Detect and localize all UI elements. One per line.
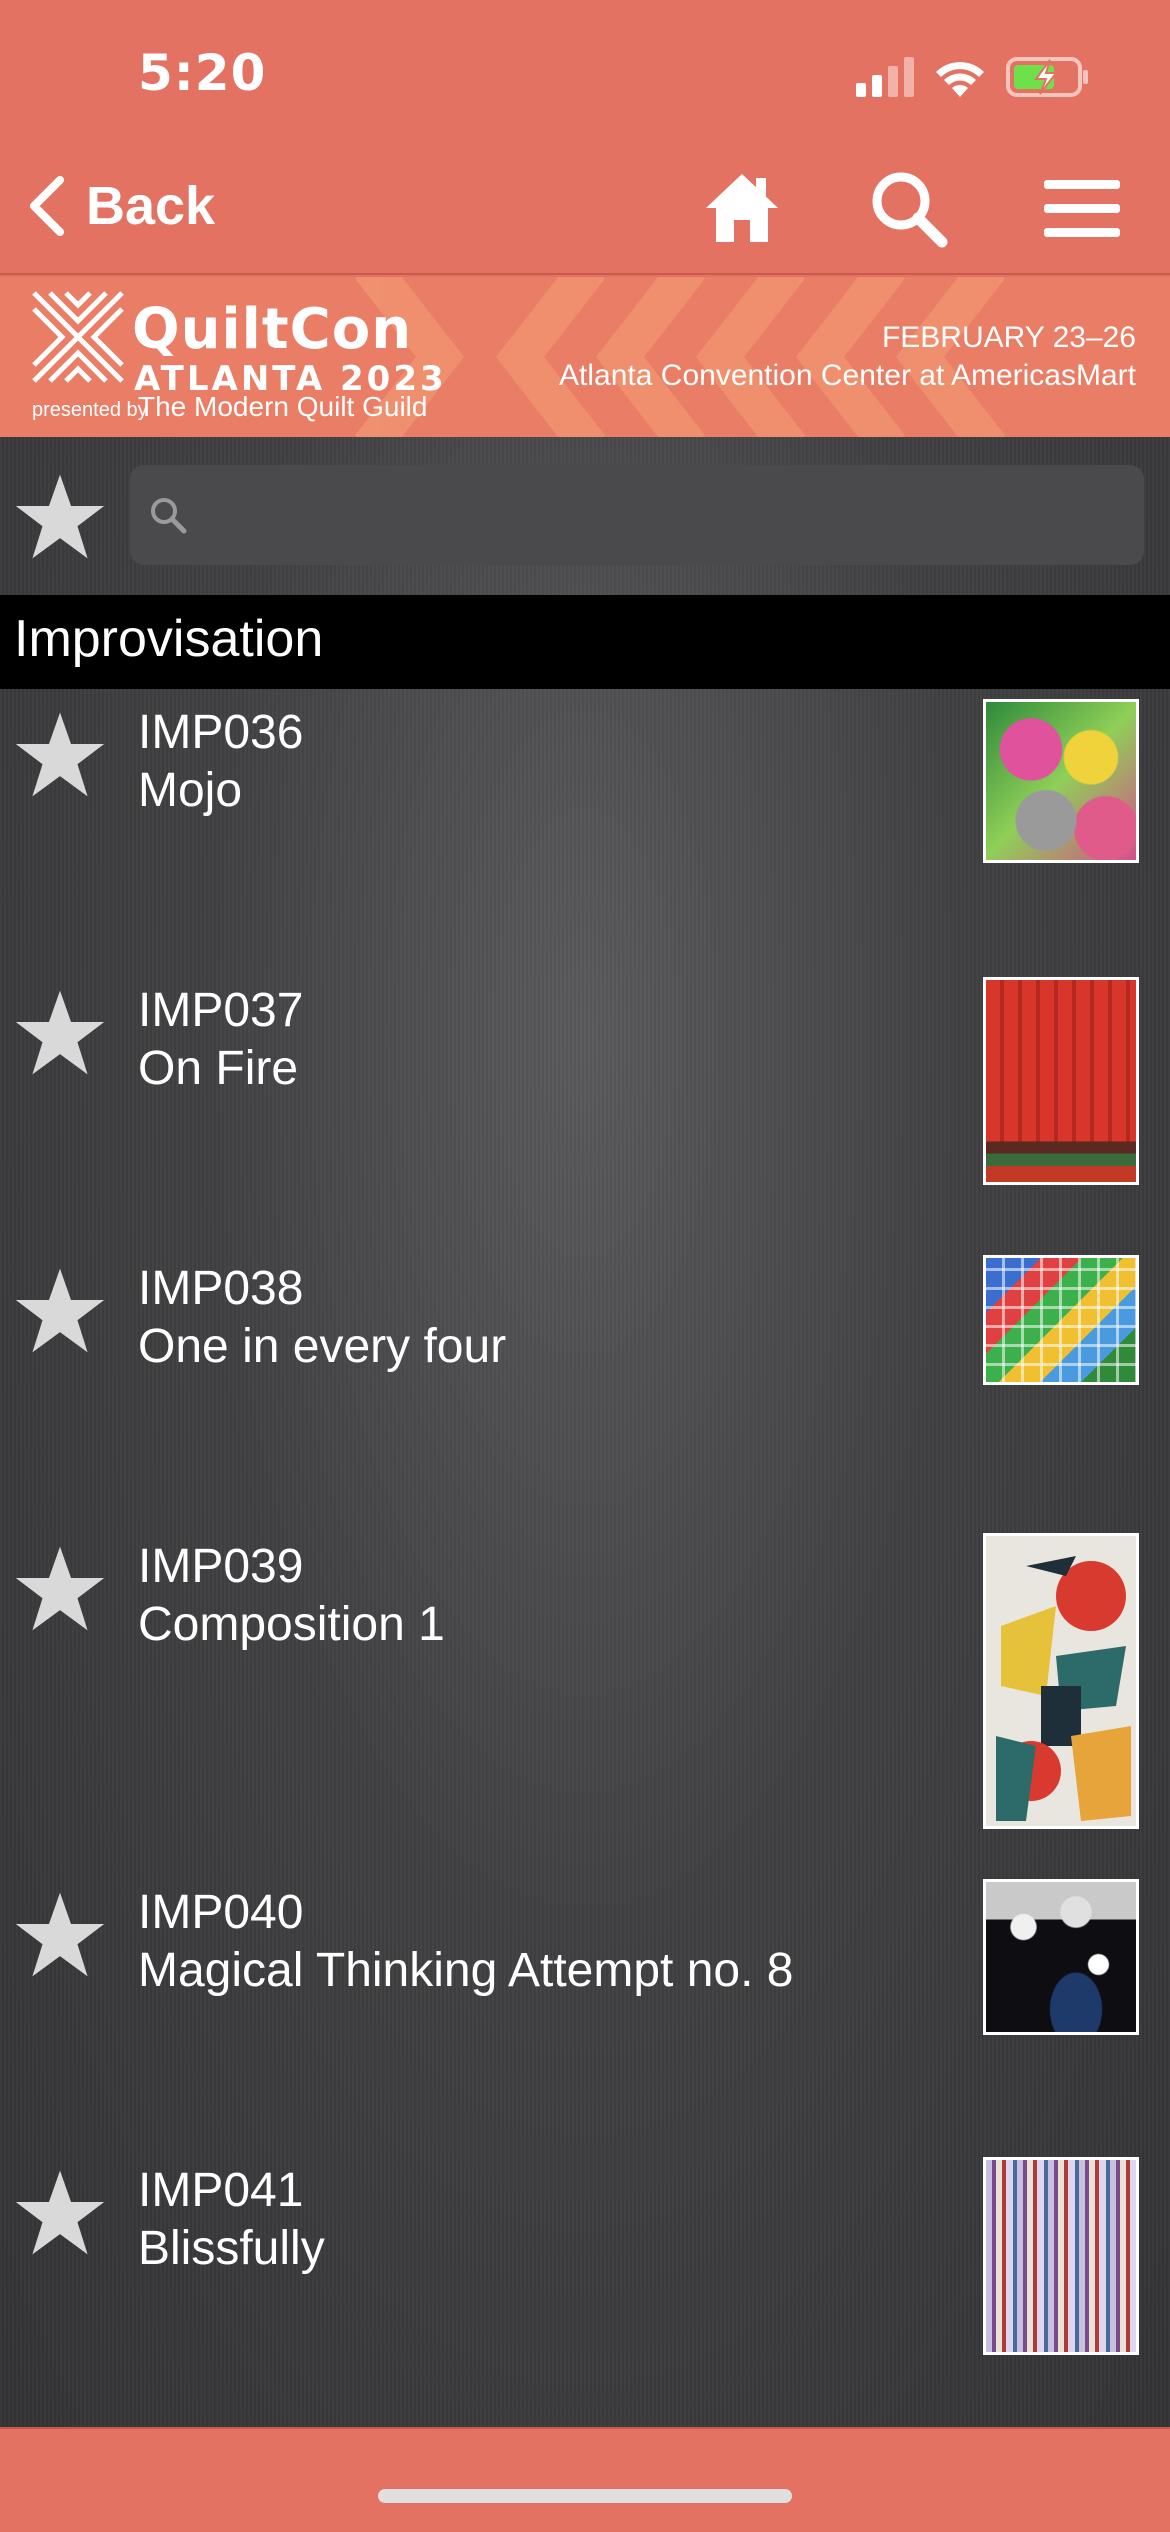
back-button[interactable]: Back: [26, 170, 215, 242]
back-label: Back: [86, 176, 216, 236]
status-bar: 5:20: [0, 0, 1170, 140]
quilt-list-area: Improvisation IMP036 Mojo IMP037 On Fire…: [0, 437, 1170, 2427]
section-title: Improvisation: [14, 610, 324, 668]
search-field-icon: [151, 498, 187, 534]
search-row: [0, 437, 1170, 595]
banner-guild: The Modern Quilt Guild: [138, 391, 428, 422]
list-item[interactable]: IMP039 Composition 1: [0, 1523, 1170, 1869]
item-title: Magical Thinking Attempt no. 8: [138, 1944, 794, 1997]
favorite-star-icon[interactable]: [14, 709, 106, 801]
search-input[interactable]: [190, 465, 1130, 565]
item-title: Composition 1: [138, 1598, 445, 1651]
list-item[interactable]: IMP040 Magical Thinking Attempt no. 8: [0, 1869, 1170, 2147]
list-item[interactable]: IMP037 On Fire: [0, 967, 1170, 1245]
item-title: One in every four: [138, 1320, 507, 1373]
quilt-thumbnail: [983, 977, 1139, 1185]
wifi-icon: [936, 62, 984, 97]
favorite-star-icon[interactable]: [14, 1889, 106, 1981]
cellular-signal-icon: [856, 57, 914, 97]
banner-title: QuiltCon: [132, 297, 413, 362]
quilt-thumbnail: [983, 699, 1139, 863]
quilt-composition-image: [986, 1536, 1136, 1826]
favorite-star-icon[interactable]: [14, 1265, 106, 1357]
chevron-left-icon: [30, 176, 64, 236]
home-indicator[interactable]: [378, 2489, 792, 2503]
banner-dates: FEBRUARY 23–26: [881, 321, 1136, 354]
banner-presented-by: presented by: [32, 399, 148, 421]
item-code: IMP039: [138, 1540, 304, 1593]
status-icons: [856, 54, 1090, 100]
quilt-thumbnail: [983, 2157, 1139, 2355]
favorites-filter-star-icon[interactable]: [14, 471, 106, 563]
status-time: 5:20: [138, 44, 267, 102]
item-code: IMP040: [138, 1886, 304, 1939]
search-icon[interactable]: [868, 168, 948, 248]
menu-icon[interactable]: [1042, 168, 1122, 248]
list-item[interactable]: IMP038 One in every four: [0, 1245, 1170, 1523]
section-header: Improvisation: [0, 595, 1170, 689]
bottom-bar: [0, 2427, 1170, 2532]
quilt-thumbnail: [983, 1255, 1139, 1385]
item-code: IMP041: [138, 2164, 304, 2217]
list-item[interactable]: IMP041 Blissfully: [0, 2147, 1170, 2425]
favorite-star-icon[interactable]: [14, 1543, 106, 1635]
item-code: IMP036: [138, 706, 304, 759]
list-item[interactable]: IMP036 Mojo: [0, 689, 1170, 967]
item-title: Blissfully: [138, 2222, 325, 2275]
banner-venue: Atlanta Convention Center at AmericasMar…: [559, 359, 1136, 392]
item-code: IMP037: [138, 984, 304, 1037]
search-box[interactable]: [130, 465, 1144, 565]
home-icon[interactable]: [702, 168, 782, 248]
item-title: On Fire: [138, 1042, 299, 1095]
quilt-thumbnail: [983, 1879, 1139, 2035]
event-banner: QuiltCon ATLANTA 2023 presented by The M…: [0, 277, 1170, 437]
item-code: IMP038: [138, 1262, 304, 1315]
quilt-thumbnail: [983, 1533, 1139, 1829]
favorite-star-icon[interactable]: [14, 987, 106, 1079]
battery-charging-icon: [1006, 57, 1088, 97]
nav-bar: Back: [0, 140, 1170, 275]
favorite-star-icon[interactable]: [14, 2167, 106, 2259]
item-title: Mojo: [138, 764, 243, 817]
quiltcon-logo-icon: [32, 291, 124, 383]
